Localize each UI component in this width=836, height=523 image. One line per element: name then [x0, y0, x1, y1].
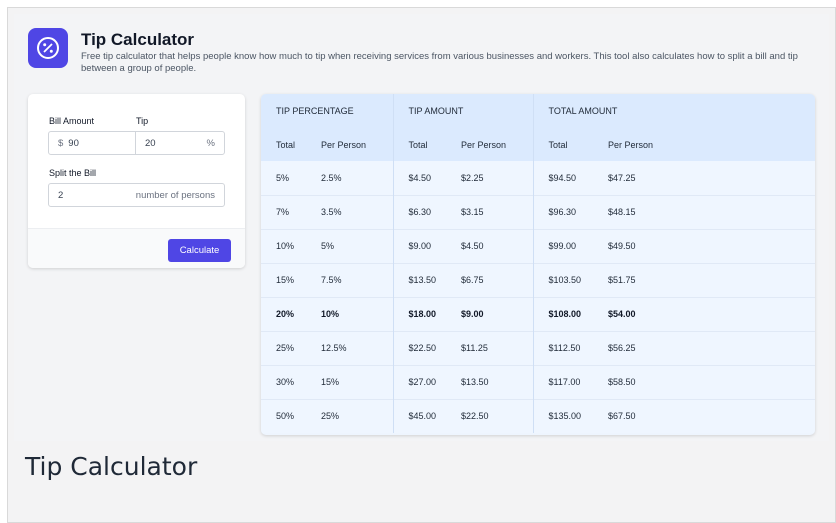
- table-cell: $11.25: [453, 330, 533, 365]
- column-header: Total: [392, 128, 453, 161]
- table-cell: $67.50: [600, 398, 815, 433]
- table-cell: $112.50: [532, 330, 600, 365]
- percent-suffix: %: [206, 137, 215, 149]
- table-cell: 20%: [261, 296, 313, 331]
- table-cell: 15%: [261, 262, 313, 297]
- table-cell: 7%: [261, 194, 313, 229]
- card-footer: Calculate: [28, 228, 245, 268]
- table-cell: 7.5%: [313, 262, 393, 297]
- split-bill-value: 2: [58, 189, 64, 201]
- column-header: Total: [261, 128, 313, 161]
- table-cell: $47.25: [600, 161, 815, 195]
- tip-label: Tip: [136, 116, 149, 126]
- input-card: Bill Amount Tip $ 90 20 % Split the Bill…: [28, 94, 245, 268]
- percent-icon: [28, 28, 68, 68]
- page-title: Tip Calculator: [81, 30, 195, 49]
- table-cell: $18.00: [392, 296, 453, 331]
- table-cell: $9.00: [453, 296, 533, 331]
- table-cell: $13.50: [453, 364, 533, 399]
- table-cell: 10%: [313, 296, 393, 331]
- group-header-tip-amount: TIP AMOUNT: [392, 94, 533, 128]
- table-row: 30% 15% $27.00 $13.50 $117.00 $58.50: [261, 364, 815, 399]
- bill-amount-input[interactable]: $ 90: [48, 131, 136, 155]
- table-cell: $9.00: [392, 228, 453, 263]
- tip-calculator-app: Tip Calculator Free tip calculator that …: [14, 14, 829, 441]
- column-header: Per Person: [453, 128, 533, 161]
- table-cell: 25%: [261, 330, 313, 365]
- table-cell: $56.25: [600, 330, 815, 365]
- table-cell: $135.00: [532, 398, 600, 433]
- table-cell: $48.15: [600, 194, 815, 229]
- table-cell: $54.00: [600, 296, 815, 331]
- table-cell: 12.5%: [313, 330, 393, 365]
- split-bill-label: Split the Bill: [49, 168, 97, 178]
- table-cell: $13.50: [392, 262, 453, 297]
- table-cell: 5%: [313, 228, 393, 263]
- table-cell: $108.00: [532, 296, 600, 331]
- table-cell: 2.5%: [313, 161, 393, 195]
- table-cell: 25%: [313, 398, 393, 433]
- results-table-container: TIP PERCENTAGE TIP AMOUNT TOTAL AMOUNT T…: [261, 94, 815, 435]
- table-cell: 15%: [313, 364, 393, 399]
- tip-input[interactable]: 20 %: [135, 131, 225, 155]
- table-cell: 50%: [261, 398, 313, 433]
- table-row: 25% 12.5% $22.50 $11.25 $112.50 $56.25: [261, 330, 815, 365]
- column-header: Per Person: [600, 128, 815, 161]
- table-cell: $94.50: [532, 161, 600, 195]
- table-cell: $117.00: [532, 364, 600, 399]
- table-cell: $58.50: [600, 364, 815, 399]
- group-header-total-amount: TOTAL AMOUNT: [532, 94, 815, 128]
- calculate-button[interactable]: Calculate: [168, 239, 231, 262]
- caption-text: Tip Calculator: [25, 452, 198, 481]
- table-cell: $3.15: [453, 194, 533, 229]
- table-cell: $6.75: [453, 262, 533, 297]
- table-row: 15% 7.5% $13.50 $6.75 $103.50 $51.75: [261, 262, 815, 297]
- results-table: TIP PERCENTAGE TIP AMOUNT TOTAL AMOUNT T…: [261, 94, 815, 433]
- table-row: 10% 5% $9.00 $4.50 $99.00 $49.50: [261, 228, 815, 263]
- table-row: 5% 2.5% $4.50 $2.25 $94.50 $47.25: [261, 161, 815, 195]
- table-cell: $103.50: [532, 262, 600, 297]
- split-bill-input[interactable]: 2 number of persons: [48, 183, 225, 207]
- tip-value: 20: [145, 137, 156, 149]
- bill-amount-label: Bill Amount: [49, 116, 95, 126]
- column-header: Total: [532, 128, 600, 161]
- table-cell: $4.50: [453, 228, 533, 263]
- table-cell: $99.00: [532, 228, 600, 263]
- table-cell: $22.50: [392, 330, 453, 365]
- table-cell: $51.75: [600, 262, 815, 297]
- page-description: Free tip calculator that helps people kn…: [81, 51, 798, 74]
- table-row: 7% 3.5% $6.30 $3.15 $96.30 $48.15: [261, 194, 815, 229]
- table-cell: $49.50: [600, 228, 815, 263]
- table-cell: $22.50: [453, 398, 533, 433]
- table-row: 20% 10% $18.00 $9.00 $108.00 $54.00: [261, 296, 815, 331]
- table-cell: $4.50: [392, 161, 453, 195]
- table-cell: 30%: [261, 364, 313, 399]
- table-cell: 3.5%: [313, 194, 393, 229]
- table-cell: $2.25: [453, 161, 533, 195]
- table-cell: $45.00: [392, 398, 453, 433]
- table-cell: $27.00: [392, 364, 453, 399]
- table-cell: $96.30: [532, 194, 600, 229]
- group-header-tip-percentage: TIP PERCENTAGE: [261, 94, 393, 128]
- table-cell: $6.30: [392, 194, 453, 229]
- dollar-prefix: $: [58, 137, 64, 149]
- bill-amount-value: 90: [68, 137, 79, 149]
- table-cell: 5%: [261, 161, 313, 195]
- persons-suffix: number of persons: [135, 189, 215, 201]
- column-header: Per Person: [313, 128, 393, 161]
- table-cell: 10%: [261, 228, 313, 263]
- table-row: 50% 25% $45.00 $22.50 $135.00 $67.50: [261, 398, 815, 433]
